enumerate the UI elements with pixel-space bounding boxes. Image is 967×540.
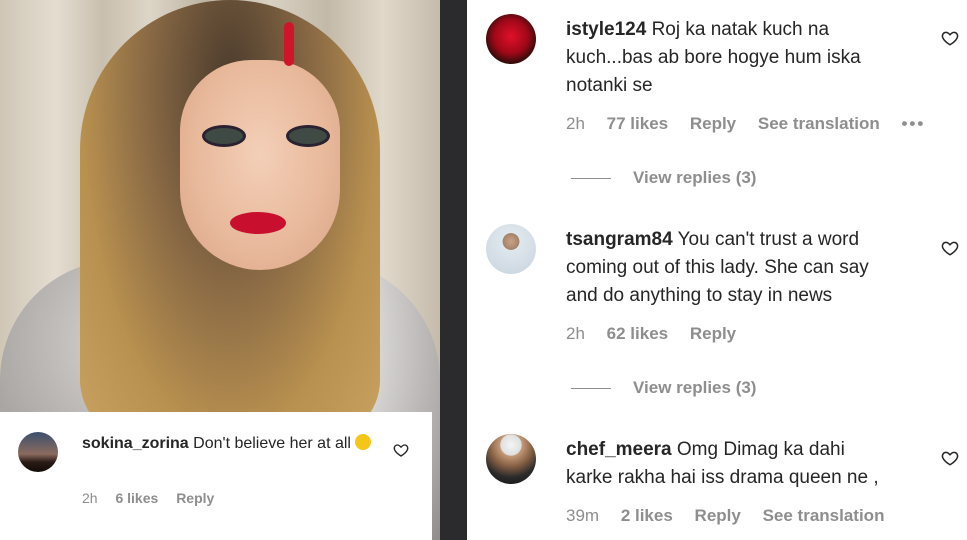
likes-count[interactable]: 77 likes xyxy=(607,114,668,133)
comment-body: Don't believe her at all xyxy=(193,435,351,452)
username[interactable]: tsangram84 xyxy=(566,229,673,250)
reply-button[interactable]: Reply xyxy=(690,324,736,343)
likes-count[interactable]: 6 likes xyxy=(115,490,158,506)
comment-line: karke rakha hai iss drama queen ne , xyxy=(566,467,879,488)
likes-count[interactable]: 62 likes xyxy=(607,324,668,343)
comment-3-meta: 39m 2 likes Reply See translation xyxy=(566,506,901,526)
comment-time: 2h xyxy=(82,490,98,506)
reply-button[interactable]: Reply xyxy=(695,506,741,525)
photo-eye-right xyxy=(286,125,330,147)
photo-face xyxy=(180,60,340,270)
heart-outline-icon[interactable] xyxy=(941,29,959,47)
see-translation-link[interactable]: See translation xyxy=(763,506,885,525)
likes-count[interactable]: 2 likes xyxy=(621,506,673,525)
heart-outline-icon[interactable] xyxy=(393,442,409,458)
view-replies-label: View replies (3) xyxy=(633,168,757,187)
see-translation-link[interactable]: See translation xyxy=(758,114,880,133)
username[interactable]: sokina_zorina xyxy=(82,435,189,452)
comment-line: coming out of this lady. She can say xyxy=(566,257,869,278)
avatar-sokina-zorina[interactable] xyxy=(18,432,58,472)
comment-line: and do anything to stay in news xyxy=(566,285,833,306)
view-replies-button[interactable]: View replies (3) xyxy=(571,378,756,398)
comment-line: notanki se xyxy=(566,75,653,96)
username[interactable]: istyle124 xyxy=(566,19,646,40)
replies-divider xyxy=(571,388,611,390)
view-replies-button[interactable]: View replies (3) xyxy=(571,168,756,188)
heart-outline-icon[interactable] xyxy=(941,449,959,467)
comment-2-text: tsangram84 You can't trust a word coming… xyxy=(566,226,926,310)
comment-line: kuch...bas ab bore hogye hum iska xyxy=(566,47,861,68)
reply-button[interactable]: Reply xyxy=(690,114,736,133)
comment-line: You can't trust a word xyxy=(677,229,860,250)
replies-divider xyxy=(571,178,611,180)
photo-lips xyxy=(230,212,286,234)
comment-3-text: chef_meera Omg Dimag ka dahi karke rakha… xyxy=(566,436,926,492)
avatar-tsangram84[interactable] xyxy=(486,224,536,274)
comment-time: 39m xyxy=(566,506,600,525)
photo-eye-left xyxy=(202,125,246,147)
photo-sindoor xyxy=(284,22,294,66)
comment-time: 2h xyxy=(566,114,585,133)
comment-line: Omg Dimag ka dahi xyxy=(676,439,845,460)
reply-button[interactable]: Reply xyxy=(176,490,214,506)
avatar-chef-meera[interactable] xyxy=(486,434,536,484)
comment-1-meta: 2h 77 likes Reply See translation ••• xyxy=(566,114,942,134)
comment-1-text: istyle124 Roj ka natak kuch na kuch...ba… xyxy=(566,16,906,100)
view-replies-label: View replies (3) xyxy=(633,378,757,397)
username[interactable]: chef_meera xyxy=(566,439,672,460)
comment-line: Roj ka natak kuch na xyxy=(651,19,830,40)
avatar-istyle124[interactable] xyxy=(486,14,536,64)
heart-outline-icon[interactable] xyxy=(941,239,959,257)
laughing-crying-emoji-icon xyxy=(355,434,372,450)
comment-2-meta: 2h 62 likes Reply xyxy=(566,324,753,344)
comment-time: 2h xyxy=(566,324,585,343)
more-options-icon[interactable]: ••• xyxy=(901,114,925,133)
photo-divider xyxy=(440,0,467,540)
photo-comment-meta: 2h 6 likes Reply xyxy=(82,490,228,506)
photo-comment-text: sokina_zorina Don't believe her at all xyxy=(82,432,382,456)
